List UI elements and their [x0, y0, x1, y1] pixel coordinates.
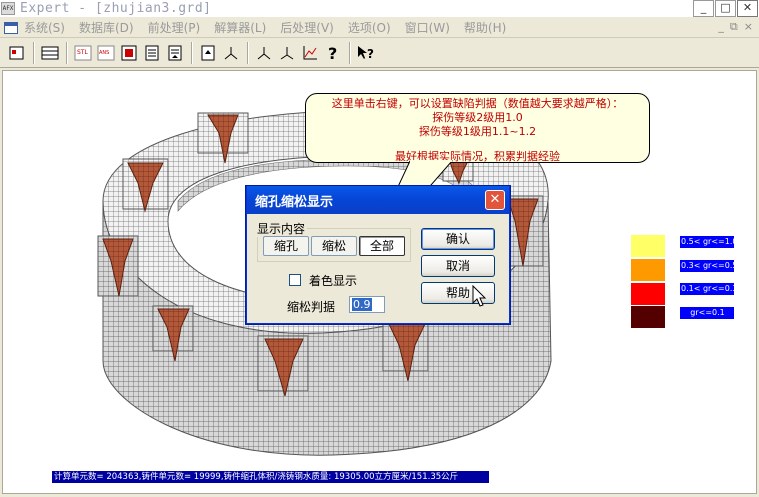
window-controls: _ □ ✕	[693, 0, 758, 17]
help-icon[interactable]: ?	[322, 42, 344, 64]
list2-icon[interactable]	[164, 42, 186, 64]
axis2-icon[interactable]	[253, 42, 275, 64]
open-icon-glyph	[9, 46, 24, 60]
legend-swatch-red	[631, 283, 665, 305]
legend-label: gr<=0.1	[680, 307, 734, 319]
toolbar-separator	[33, 42, 35, 64]
cancel-button[interactable]: 取消	[421, 255, 495, 277]
color-display-label[interactable]: 着色显示	[309, 272, 357, 289]
axis-icon-glyph	[224, 47, 238, 60]
legend-label: 0.1< gr<=0.3	[680, 283, 734, 295]
list-icon-glyph	[145, 45, 159, 61]
legend-swatch-yellow	[631, 235, 665, 257]
mdi-controls: _ ⧉ ×	[718, 20, 753, 34]
model-stats-bar: 计算单元数= 204363,铸件单元数= 19999,铸件缩孔体积/浇铸钢水质量…	[52, 471, 489, 483]
svg-text:?: ?	[328, 44, 337, 62]
menu-preprocess[interactable]: 前处理(P)	[148, 19, 201, 36]
color-display-checkbox[interactable]	[289, 274, 301, 286]
mdi-restore-button[interactable]: ⧉	[730, 20, 738, 34]
legend-label: 0.3< gr<=0.5	[680, 260, 734, 272]
porosity-threshold-label: 缩松判据	[287, 300, 336, 314]
context-help-icon[interactable]: ?	[355, 42, 377, 64]
menu-solver[interactable]: 解算器(L)	[214, 19, 266, 36]
menu-database[interactable]: 数据库(D)	[79, 19, 134, 36]
chart-icon[interactable]	[299, 42, 321, 64]
axis3-icon[interactable]	[276, 42, 298, 64]
stop-icon[interactable]	[118, 42, 140, 64]
context-help-icon-glyph: ?	[358, 46, 374, 61]
grid-icon-glyph	[41, 46, 59, 60]
hint-line-1: 这里单击右键，可以设置缺陷判据（数值越大要求越严格）：	[331, 97, 624, 110]
result-icon-glyph	[201, 45, 215, 61]
toolbar-separator	[349, 42, 351, 64]
legend-label: 0.5< gr<=1.0	[680, 236, 734, 248]
all-button[interactable]: 全部	[359, 236, 405, 256]
toolbar-separator	[66, 42, 68, 64]
window-title: Expert - [zhujian3.grd]	[20, 1, 212, 16]
mouse-cursor-icon	[472, 285, 487, 307]
toolbar: STL ANS ? ?	[0, 39, 759, 68]
list2-icon-glyph	[168, 45, 182, 61]
mdi-close-button[interactable]: ×	[744, 20, 753, 34]
help-icon-glyph: ?	[328, 44, 337, 62]
menu-system[interactable]: 系统(S)	[24, 19, 65, 36]
axis-icon[interactable]	[220, 42, 242, 64]
hint-line-4: 最好根据实际情况，积累判据经验	[395, 150, 560, 163]
menu-window[interactable]: 窗口(W)	[405, 19, 450, 36]
title-bar[interactable]: AFX Expert - [zhujian3.grd] _ □ ✕	[0, 0, 759, 17]
legend-swatch-orange	[631, 259, 665, 281]
menu-postprocess[interactable]: 后处理(V)	[280, 19, 334, 36]
shrinkage-dialog: 缩孔缩松显示 ✕ 显示内容 缩孔 缩松 全部 着色显示 缩松判据 0.9 确认 …	[246, 186, 510, 324]
toolbar-separator	[247, 42, 249, 64]
app-window: AFX Expert - [zhujian3.grd] _ □ ✕ 系统(S) …	[0, 0, 759, 497]
hint-line-3: 探伤等级1级用1.1~1.2	[418, 125, 537, 138]
svg-text:?: ?	[367, 47, 374, 61]
result-icon[interactable]	[197, 42, 219, 64]
axis2-icon-glyph	[257, 47, 271, 60]
stl-icon[interactable]: STL	[72, 42, 94, 64]
stl-icon-glyph: STL	[74, 45, 92, 61]
mdi-minimize-button[interactable]: _	[718, 20, 724, 34]
svg-text:ANS: ANS	[99, 50, 109, 56]
shrinkage-hole-button[interactable]: 缩孔	[263, 236, 309, 256]
dialog-title: 缩孔缩松显示	[255, 194, 334, 210]
document-icon[interactable]	[4, 21, 18, 34]
axis3-icon-glyph	[280, 47, 294, 60]
chart-icon-glyph	[303, 46, 317, 60]
menu-help[interactable]: 帮助(H)	[464, 19, 506, 36]
porosity-button[interactable]: 缩松	[311, 236, 357, 256]
dialog-close-button[interactable]: ✕	[485, 190, 505, 210]
menu-options[interactable]: 选项(O)	[348, 19, 391, 36]
legend-swatch-darkred	[631, 306, 665, 328]
close-button[interactable]: ✕	[737, 0, 758, 17]
threshold-value: 0.9	[352, 298, 372, 311]
svg-text:STL: STL	[77, 49, 88, 56]
porosity-threshold-input[interactable]: 0.9	[349, 296, 385, 313]
hint-line-2: 探伤等级2级用1.0	[432, 111, 523, 124]
open-icon[interactable]	[6, 42, 28, 64]
dialog-title-bar[interactable]: 缩孔缩松显示	[247, 186, 509, 214]
list-icon[interactable]	[141, 42, 163, 64]
hint-balloon: 这里单击右键，可以设置缺陷判据（数值越大要求越严格）： 探伤等级2级用1.0 探…	[305, 93, 650, 163]
app-icon[interactable]: AFX	[1, 2, 15, 15]
grid-icon[interactable]	[39, 42, 61, 64]
group-label: 显示内容	[255, 220, 308, 237]
menu-bar: 系统(S) 数据库(D) 前处理(P) 解算器(L) 后处理(V) 选项(O) …	[0, 18, 759, 38]
ansys-icon-glyph: ANS	[97, 45, 115, 61]
stop-icon-glyph	[121, 45, 137, 61]
minimize-button[interactable]: _	[693, 0, 714, 17]
toolbar-separator	[191, 42, 193, 64]
ok-button[interactable]: 确认	[421, 228, 495, 250]
ansys-icon[interactable]: ANS	[95, 42, 117, 64]
maximize-button[interactable]: □	[715, 0, 736, 17]
